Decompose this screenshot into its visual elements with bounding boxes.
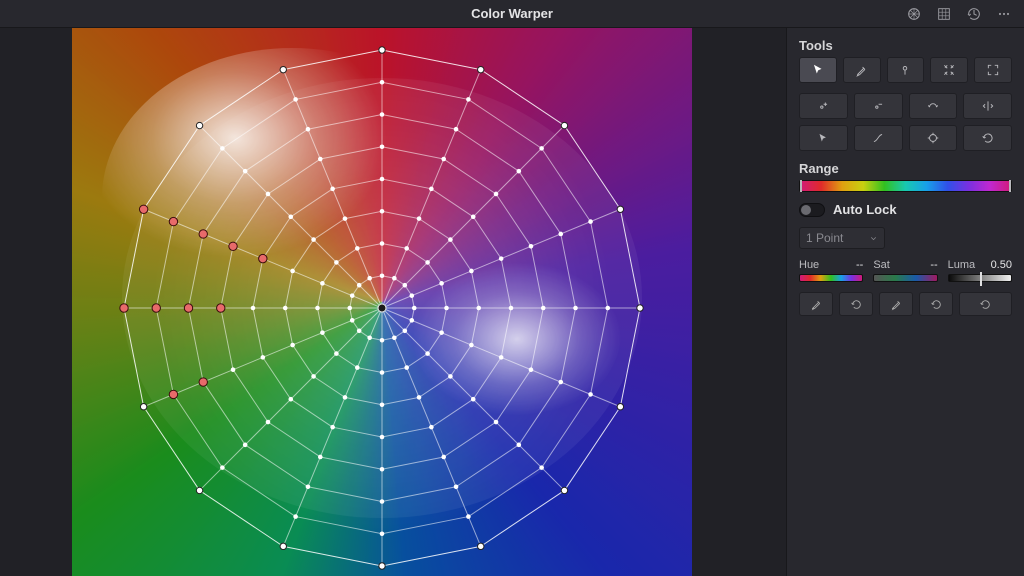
hue-strip[interactable]	[799, 274, 863, 282]
grid-icon[interactable]	[930, 3, 958, 25]
history-icon[interactable]	[960, 3, 988, 25]
autolock-label: Auto Lock	[833, 202, 897, 217]
sat-dropper-button[interactable]	[879, 292, 913, 316]
hue-reset-button[interactable]	[839, 292, 873, 316]
hsl-sliders: Hue -- Sat -- Luma 0.50	[799, 259, 1012, 282]
sat-reset-button[interactable]	[919, 292, 953, 316]
titlebar: Color Warper	[0, 0, 1024, 28]
range-slider[interactable]	[799, 180, 1012, 192]
hue-value: --	[856, 259, 863, 271]
luma-tick[interactable]	[980, 272, 982, 286]
luma-label: Luma	[948, 259, 976, 271]
autolock-select-value: 1 Point	[806, 231, 843, 245]
select-arrow-button[interactable]	[799, 125, 848, 151]
remove-point-button[interactable]	[854, 93, 903, 119]
luma-strip[interactable]	[948, 274, 1012, 282]
pin-tool[interactable]	[887, 57, 925, 83]
autolock-row: Auto Lock	[799, 202, 1012, 217]
scope-icon[interactable]	[900, 3, 928, 25]
warp-grid[interactable]	[72, 28, 692, 576]
target-button[interactable]	[909, 125, 958, 151]
add-point-button[interactable]	[799, 93, 848, 119]
autolock-select-row: 1 Point	[799, 227, 1012, 249]
twirl-button[interactable]	[909, 93, 958, 119]
autolock-point-select[interactable]: 1 Point	[799, 227, 885, 249]
luma-reset-button[interactable]	[959, 292, 1012, 316]
sat-strip[interactable]	[873, 274, 937, 282]
range-handle-right[interactable]	[1009, 180, 1011, 192]
sat-value: --	[930, 259, 937, 271]
window-title: Color Warper	[471, 6, 553, 21]
title-actions	[900, 0, 1018, 28]
curve-button[interactable]	[854, 125, 903, 151]
tools-section: Tools	[799, 38, 1012, 83]
more-icon[interactable]	[990, 3, 1018, 25]
hue-dropper-button[interactable]	[799, 292, 833, 316]
hue-label: Hue	[799, 259, 819, 271]
reset-row	[799, 292, 1012, 316]
range-section: Range	[799, 161, 1012, 192]
reset-rotate-button[interactable]	[963, 125, 1012, 151]
range-handle-left[interactable]	[800, 180, 802, 192]
tool-grid-secondary	[799, 93, 1012, 151]
luma-slider[interactable]: Luma 0.50	[948, 259, 1012, 282]
pointer-tool[interactable]	[799, 57, 837, 83]
side-panel: Tools Range	[786, 28, 1024, 576]
luma-value: 0.50	[991, 259, 1012, 271]
contract-tool[interactable]	[930, 57, 968, 83]
sat-slider[interactable]: Sat --	[873, 259, 937, 282]
autolock-toggle[interactable]	[799, 203, 825, 217]
range-title: Range	[799, 161, 1012, 176]
warper-canvas[interactable]	[72, 28, 692, 576]
dropper-tool[interactable]	[843, 57, 881, 83]
chevron-down-icon	[869, 234, 878, 243]
expand-tool[interactable]	[974, 57, 1012, 83]
tool-row-primary	[799, 57, 1012, 83]
hue-slider[interactable]: Hue --	[799, 259, 863, 282]
sat-label: Sat	[873, 259, 890, 271]
mirror-button[interactable]	[963, 93, 1012, 119]
tools-title: Tools	[799, 38, 1012, 53]
